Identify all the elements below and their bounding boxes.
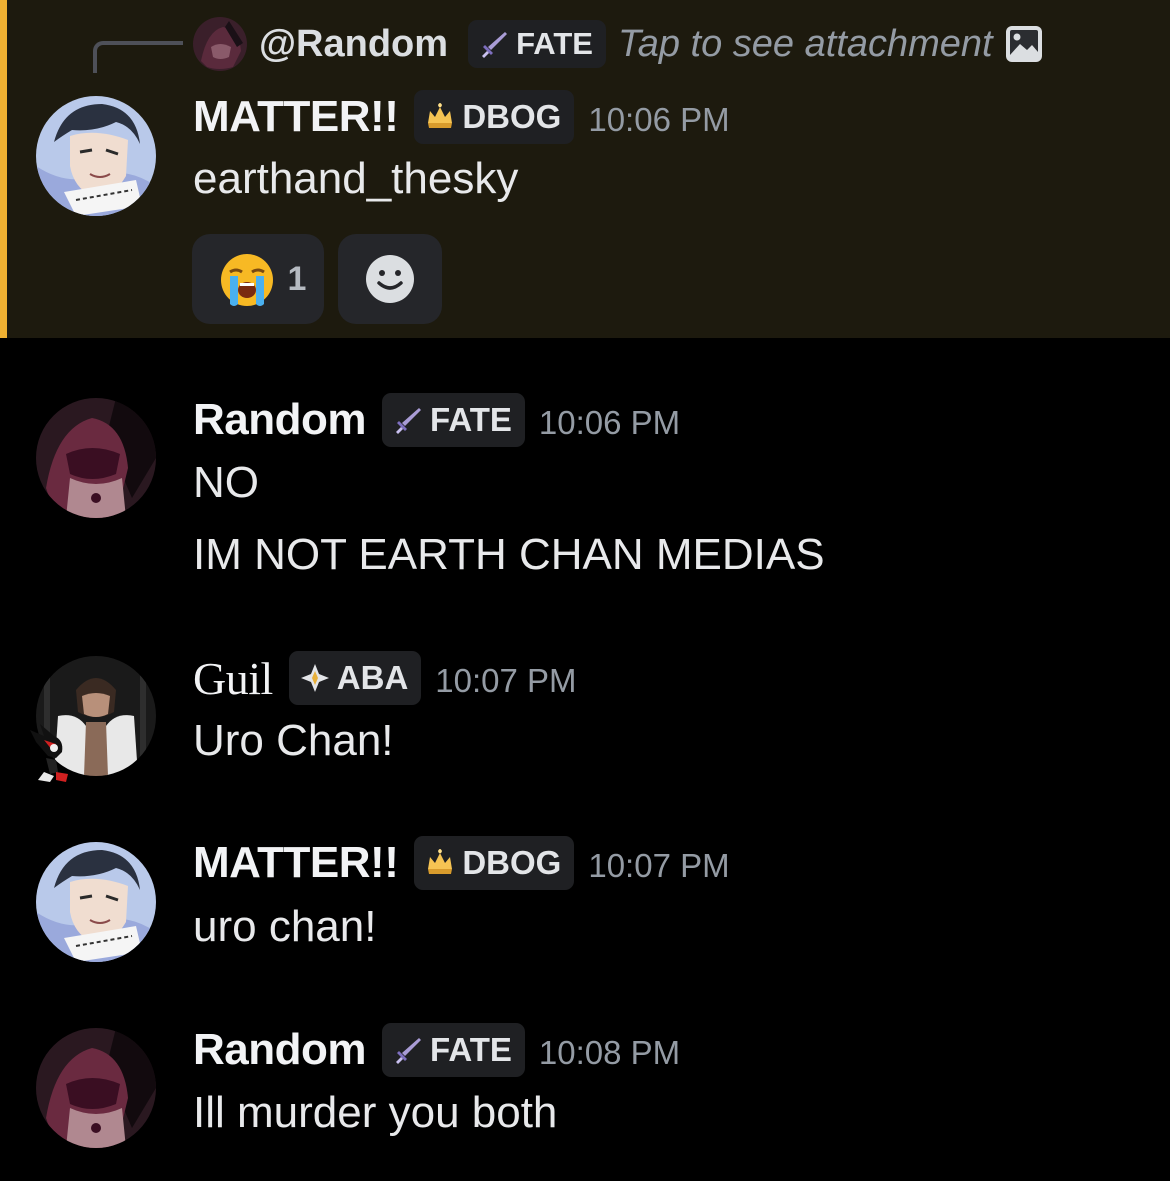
- guild-tag[interactable]: DBOG: [414, 90, 575, 144]
- add-reaction-button[interactable]: [338, 234, 442, 324]
- guild-tag[interactable]: FATE: [382, 393, 525, 447]
- tag-label: FATE: [430, 1031, 512, 1068]
- username[interactable]: MATTER!!: [193, 92, 399, 142]
- username[interactable]: Guil: [193, 652, 273, 705]
- message-text: Ill murder you both: [193, 1088, 558, 1137]
- reaction-count: 1: [287, 259, 307, 298]
- timestamp: 10:07 PM: [588, 847, 730, 884]
- sword-icon: [396, 408, 421, 434]
- guild-tag[interactable]: ABA: [288, 651, 422, 705]
- avatar[interactable]: [36, 842, 156, 962]
- reply-avatar[interactable]: [193, 17, 247, 71]
- message-header: Guil ABA 10:07 PM: [193, 649, 577, 707]
- timestamp: 10:07 PM: [435, 662, 577, 699]
- crown-flame-icon: [428, 103, 453, 128]
- message-header: Random FATE 10:08 PM: [193, 1021, 680, 1079]
- reaction-crying[interactable]: 1: [192, 234, 324, 324]
- shadow-character-decoration: [30, 724, 68, 782]
- avatar[interactable]: [36, 398, 156, 518]
- avatar[interactable]: [36, 1028, 156, 1148]
- tag-label: DBOG: [462, 98, 562, 135]
- timestamp: 10:08 PM: [538, 1034, 681, 1071]
- image-attachment-icon: [1005, 26, 1042, 62]
- tag-label: ABA: [336, 659, 409, 696]
- reply-connector-line: [93, 41, 183, 73]
- message-text: Uro Chan!: [193, 716, 394, 765]
- reply-tag-label: FATE: [516, 26, 593, 61]
- message-text: earthand_thesky: [193, 154, 519, 203]
- loudly-crying-face-icon: [220, 254, 273, 306]
- sword-icon: [396, 1038, 421, 1064]
- reactions-bar: 1: [192, 234, 442, 324]
- crown-flame-icon: [428, 849, 453, 874]
- reply-reference[interactable]: @Random FATE Tap to see attachment: [193, 16, 1043, 72]
- avatar[interactable]: [36, 96, 156, 216]
- message-text: IM NOT EARTH CHAN MEDIAS: [193, 530, 825, 579]
- add-reaction-smiley-icon: [366, 255, 414, 303]
- message-header: MATTER!! DBOG 10:07 PM: [193, 834, 730, 892]
- reply-attachment-text[interactable]: Tap to see attachment: [618, 23, 993, 66]
- username[interactable]: Random: [193, 395, 367, 445]
- guild-tag[interactable]: DBOG: [414, 836, 575, 890]
- message-header: Random FATE 10:06 PM: [193, 391, 680, 449]
- sword-icon: [482, 32, 508, 58]
- message-header: MATTER!! DBOG 10:06 PM: [193, 88, 730, 146]
- reply-fate-tag: FATE: [468, 20, 606, 68]
- tag-label: DBOG: [462, 844, 562, 881]
- tag-label: FATE: [430, 401, 512, 438]
- timestamp: 10:06 PM: [588, 101, 730, 138]
- sparkle-diamond-icon: [300, 664, 329, 692]
- username[interactable]: MATTER!!: [193, 838, 399, 888]
- reply-author-name[interactable]: @Random: [259, 23, 448, 66]
- guild-tag[interactable]: FATE: [382, 1023, 525, 1077]
- message-text: uro chan!: [193, 902, 377, 951]
- username[interactable]: Random: [193, 1025, 367, 1075]
- message-text: NO: [193, 458, 259, 507]
- highlight-accent-bar: [0, 0, 7, 338]
- timestamp: 10:06 PM: [538, 404, 681, 441]
